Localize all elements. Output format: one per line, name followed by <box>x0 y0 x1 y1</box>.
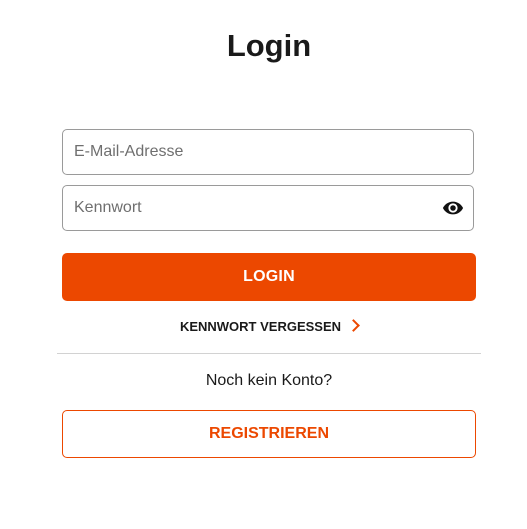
chevron-right-icon <box>347 319 360 332</box>
login-button[interactable]: LOGIN <box>62 253 476 301</box>
password-input[interactable] <box>74 186 434 230</box>
divider <box>57 353 481 354</box>
email-field[interactable] <box>62 129 474 175</box>
register-button[interactable]: REGISTRIEREN <box>62 410 476 458</box>
forgot-password-label: KENNWORT VERGESSEN <box>179 319 342 334</box>
email-input[interactable] <box>74 130 434 174</box>
page-title: Login <box>226 28 312 63</box>
login-page: Login LOGIN KENNWORT VERGESSEN Noch kein… <box>0 0 527 529</box>
eye-icon[interactable] <box>442 198 464 218</box>
no-account-text: Noch kein Konto? <box>205 372 333 389</box>
forgot-password-link[interactable]: KENNWORT VERGESSEN <box>0 318 527 336</box>
password-field[interactable] <box>62 185 474 231</box>
